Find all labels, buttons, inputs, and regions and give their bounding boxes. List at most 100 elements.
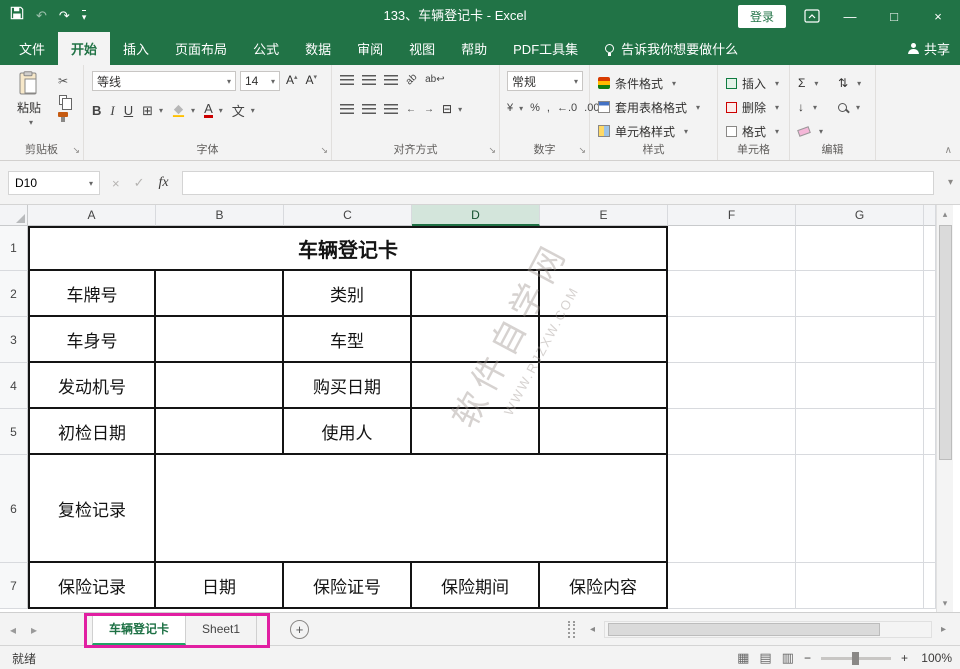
insert-function-icon[interactable]: fx	[159, 175, 169, 191]
cell-A2[interactable]: 车牌号	[28, 271, 156, 317]
cell-E5[interactable]	[540, 409, 668, 455]
cell-C2[interactable]: 类别	[284, 271, 412, 317]
redo-icon[interactable]: ↷	[59, 0, 70, 32]
cell-F3[interactable]	[668, 317, 796, 363]
column-header-D-selected[interactable]: D	[412, 205, 540, 226]
cell-G2[interactable]	[796, 271, 924, 317]
scroll-left-icon[interactable]: ◂	[590, 613, 595, 646]
expand-formula-bar-icon[interactable]: ▾	[948, 177, 953, 188]
increase-indent-icon[interactable]: →	[424, 104, 434, 115]
fill-color-icon[interactable]: ▾	[172, 104, 195, 117]
save-icon[interactable]	[10, 0, 24, 32]
cell-F1[interactable]	[668, 226, 796, 271]
tab-help[interactable]: 帮助	[448, 32, 500, 65]
cell-A3[interactable]: 车身号	[28, 317, 156, 363]
format-as-table-button[interactable]: 套用表格格式▾	[598, 97, 700, 117]
number-dialog-launcher[interactable]: ↘	[578, 145, 586, 156]
sheet-tab-active[interactable]: 车辆登记卡	[92, 613, 186, 645]
cell-styles-button[interactable]: 单元格样式▾	[598, 121, 688, 141]
cell-B3[interactable]	[156, 317, 284, 363]
align-left-icon[interactable]	[340, 104, 354, 114]
tab-view[interactable]: 视图	[396, 32, 448, 65]
cell-A5[interactable]: 初检日期	[28, 409, 156, 455]
font-name-combobox[interactable]: 等线▾	[92, 71, 236, 91]
tab-splitter-handle[interactable]	[568, 621, 575, 638]
autosum-button[interactable]: Σ▾	[798, 73, 818, 93]
phonetic-guide-icon[interactable]: 文▾	[232, 101, 255, 120]
cell-B4[interactable]	[156, 363, 284, 409]
name-box[interactable]: D10▾	[8, 171, 100, 195]
align-center-icon[interactable]	[362, 104, 376, 114]
cell-G4[interactable]	[796, 363, 924, 409]
vertical-scrollbar[interactable]: ▴ ▾	[936, 205, 953, 612]
zoom-slider[interactable]	[821, 657, 891, 660]
zoom-in-icon[interactable]: +	[901, 651, 908, 665]
cell-D2[interactable]	[412, 271, 540, 317]
merge-center-icon[interactable]: ⊟▾	[442, 102, 462, 116]
cell-F2[interactable]	[668, 271, 796, 317]
format-painter-icon[interactable]	[58, 112, 68, 117]
clipboard-dialog-launcher[interactable]: ↘	[72, 145, 80, 156]
comma-style-icon[interactable]: ,	[547, 102, 550, 114]
cell-C5[interactable]: 使用人	[284, 409, 412, 455]
delete-cells-button[interactable]: 删除▾	[726, 97, 779, 117]
row-header-5[interactable]: 5	[0, 409, 28, 455]
tab-pdf-tools[interactable]: PDF工具集	[500, 32, 591, 65]
cell-E3[interactable]	[540, 317, 668, 363]
paste-button[interactable]: 粘贴 ▾	[8, 71, 50, 135]
enter-check-icon[interactable]: ✓	[134, 175, 145, 191]
insert-cells-button[interactable]: 插入▾	[726, 73, 779, 93]
decrease-indent-icon[interactable]: ←	[406, 104, 416, 115]
column-header-A[interactable]: A	[28, 205, 156, 226]
cell-G5[interactable]	[796, 409, 924, 455]
cell-E4[interactable]	[540, 363, 668, 409]
cell-A7[interactable]: 保险记录	[28, 563, 156, 609]
row-header-6[interactable]: 6	[0, 455, 28, 563]
number-format-combobox[interactable]: 常规▾	[507, 71, 583, 91]
cell-G7[interactable]	[796, 563, 924, 609]
zoom-level[interactable]: 100%	[918, 651, 952, 665]
accounting-format-icon[interactable]: ¥▾	[507, 102, 523, 114]
row-header-2[interactable]: 2	[0, 271, 28, 317]
cell-D5[interactable]	[412, 409, 540, 455]
cell-F4[interactable]	[668, 363, 796, 409]
cell-F5[interactable]	[668, 409, 796, 455]
cell-B7[interactable]: 日期	[156, 563, 284, 609]
cell-D4[interactable]	[412, 363, 540, 409]
page-layout-view-icon[interactable]: ▤	[759, 650, 771, 666]
font-color-icon[interactable]: A▾	[204, 103, 223, 118]
cell-C7[interactable]: 保险证号	[284, 563, 412, 609]
align-right-icon[interactable]	[384, 104, 398, 114]
increase-decimal-icon[interactable]: ←.0	[557, 102, 577, 114]
cell-C4[interactable]: 购买日期	[284, 363, 412, 409]
fill-button[interactable]: ↓▾	[798, 97, 817, 117]
cell-A4[interactable]: 发动机号	[28, 363, 156, 409]
decrease-font-icon[interactable]: A▾	[306, 73, 318, 87]
cell-E7[interactable]: 保险内容	[540, 563, 668, 609]
cell-B5[interactable]	[156, 409, 284, 455]
cell-F7[interactable]	[668, 563, 796, 609]
row-header-1[interactable]: 1	[0, 226, 28, 271]
row-header-3[interactable]: 3	[0, 317, 28, 363]
horizontal-scrollbar-thumb[interactable]	[608, 623, 880, 636]
column-header-B[interactable]: B	[156, 205, 284, 226]
tab-file[interactable]: 文件	[6, 32, 58, 65]
borders-icon[interactable]: ⊞▾	[142, 103, 163, 119]
new-sheet-button[interactable]: +	[290, 620, 309, 639]
share-button[interactable]: 共享	[908, 32, 950, 65]
font-dialog-launcher[interactable]: ↘	[320, 145, 328, 156]
formula-input[interactable]	[182, 171, 934, 195]
cell-B6-merged[interactable]	[156, 455, 668, 563]
select-all-corner[interactable]	[0, 205, 28, 226]
column-header-E[interactable]: E	[540, 205, 668, 226]
scroll-right-icon[interactable]: ▸	[941, 613, 946, 646]
prev-sheet-icon[interactable]: ◂	[10, 623, 16, 637]
wrap-text-icon[interactable]: ab↩	[425, 74, 445, 85]
row-header-4[interactable]: 4	[0, 363, 28, 409]
format-cells-button[interactable]: 格式▾	[726, 121, 779, 141]
align-middle-icon[interactable]	[362, 75, 376, 85]
cell-G6[interactable]	[796, 455, 924, 563]
normal-view-icon[interactable]: ▦	[737, 650, 749, 666]
copy-icon[interactable]	[59, 95, 67, 105]
cell-G1[interactable]	[796, 226, 924, 271]
